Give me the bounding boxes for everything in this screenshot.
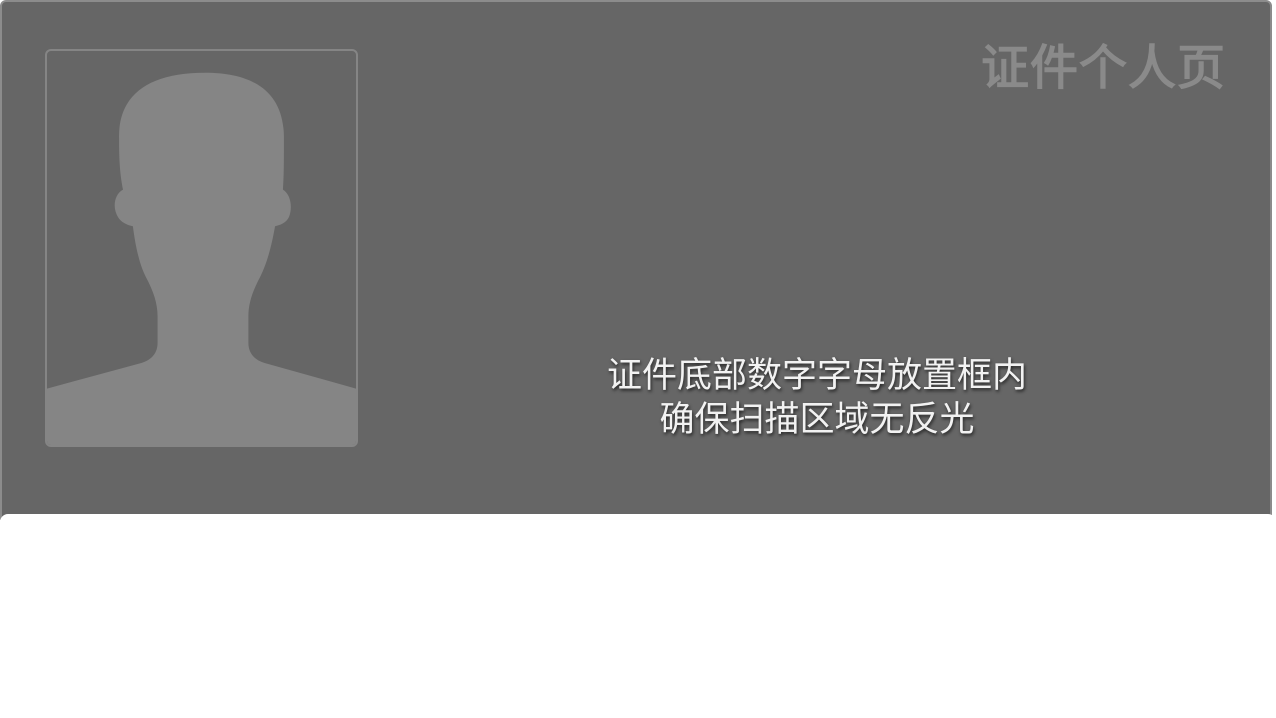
page-label: 证件个人页 [980,40,1226,96]
scan-instructions: 证件底部数字字母放置框内 确保扫描区域无反光 [562,354,1072,442]
scan-frame: 证件个人页 证件底部数字字母放置框内 确保扫描区域无反光 [0,0,1272,520]
portrait-frame [45,49,358,447]
person-silhouette-icon [47,72,356,445]
bottom-panel [0,514,1276,718]
instruction-line-1: 证件底部数字字母放置框内 [606,356,1027,396]
instruction-line-2: 确保扫描区域无反光 [659,400,975,440]
